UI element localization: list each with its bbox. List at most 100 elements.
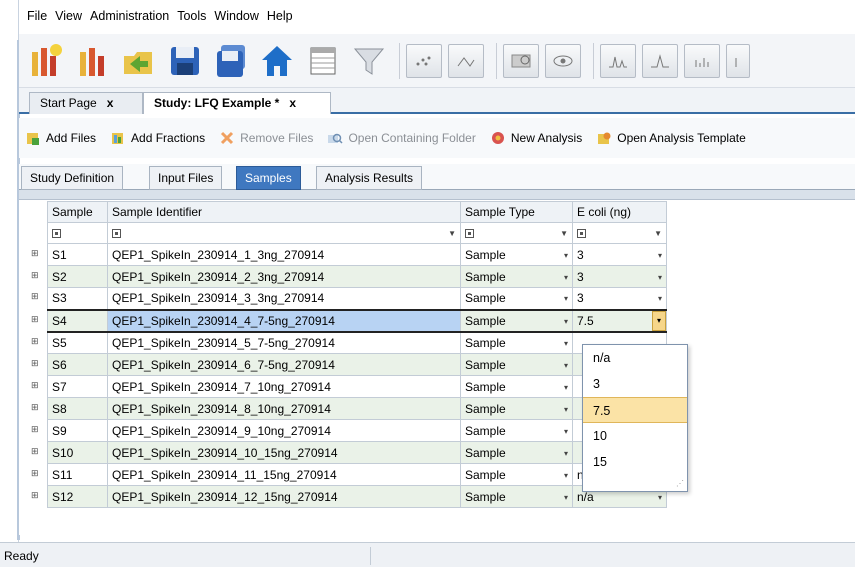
cell-sample[interactable]: ⊞ S2	[31, 265, 108, 288]
close-icon[interactable]: x	[289, 96, 296, 110]
cell-sample-type[interactable]: Sample ▾	[460, 287, 573, 310]
cell-sample-type[interactable]: Sample ▾	[460, 265, 573, 288]
expand-row-icon[interactable]: ⊞	[31, 291, 39, 302]
expand-row-icon[interactable]: ⊞	[31, 270, 39, 281]
chevron-down-icon[interactable]: ▾	[564, 361, 568, 370]
expand-row-icon[interactable]: ⊞	[31, 248, 39, 259]
open-folder-button[interactable]	[117, 41, 161, 81]
chevron-down-icon[interactable]: ▾	[564, 471, 568, 480]
table-row[interactable]: ⊞ S12 QEP1_SpikeIn_230914_12_15ng_270914 Sa…	[31, 485, 667, 508]
dropdown-option-selected[interactable]: 7.5	[583, 397, 687, 423]
chromatogram-button[interactable]	[600, 43, 636, 78]
chevron-down-icon[interactable]: ▼	[560, 229, 568, 238]
cell-sample-type[interactable]: Sample ▾	[460, 463, 573, 486]
filter-cell-identifier[interactable]: ▼	[107, 222, 461, 244]
dropdown-option[interactable]: 3	[583, 371, 687, 397]
chevron-down-icon[interactable]: ▾	[564, 383, 568, 392]
cell-sample-type[interactable]: Sample ▾	[460, 308, 573, 333]
new-study-button[interactable]	[25, 41, 69, 81]
remove-files-button[interactable]: Remove Files	[219, 130, 313, 146]
open-analysis-template-button[interactable]: Open Analysis Template	[596, 130, 746, 146]
cell-sample-type[interactable]: Sample ▾	[460, 375, 573, 398]
expand-row-icon[interactable]: ⊞	[31, 468, 39, 479]
cell-sample[interactable]: ⊞ S4	[31, 308, 108, 333]
chevron-down-icon[interactable]: ▾	[564, 405, 568, 414]
cell-identifier[interactable]: QEP1_SpikeIn_230914_6_7-5ng_270914	[107, 353, 461, 376]
table-row[interactable]: ⊞ S1 QEP1_SpikeIn_230914_1_3ng_270914 Sampl…	[31, 243, 667, 266]
table-row[interactable]: ⊞ S11 QEP1_SpikeIn_230914_11_15ng_270914 Sa…	[31, 463, 667, 486]
chevron-down-icon[interactable]: ▾	[564, 294, 568, 303]
dropdown-option[interactable]: 15	[583, 449, 687, 475]
dropdown-button[interactable]: ▾	[652, 310, 666, 331]
cell-identifier[interactable]: QEP1_SpikeIn_230914_5_7-5ng_270914	[107, 331, 461, 354]
cell-sample[interactable]: ⊞ S12	[31, 485, 108, 508]
cell-identifier[interactable]: QEP1_SpikeIn_230914_1_3ng_270914	[107, 243, 461, 266]
spectrum-button[interactable]	[684, 43, 720, 78]
close-icon[interactable]: x	[107, 96, 114, 110]
peak-button[interactable]	[642, 43, 678, 78]
menu-file[interactable]: File	[27, 9, 47, 23]
cell-sample[interactable]: ⊞ S10	[31, 441, 108, 464]
cell-sample[interactable]: ⊞ S7	[31, 375, 108, 398]
tab-analysis-results[interactable]: Analysis Results	[316, 166, 423, 190]
cell-identifier[interactable]: QEP1_SpikeIn_230914_11_15ng_270914	[107, 463, 461, 486]
expand-row-icon[interactable]: ⊞	[31, 314, 39, 325]
menu-administration[interactable]: Administration	[90, 9, 169, 23]
chevron-down-icon[interactable]: ▾	[564, 317, 568, 326]
cell-identifier[interactable]: QEP1_SpikeIn_230914_12_15ng_270914	[107, 485, 461, 508]
chevron-down-icon[interactable]: ▾	[658, 294, 662, 303]
table-row[interactable]: ⊞ S3 QEP1_SpikeIn_230914_3_3ng_270914 Sampl…	[31, 287, 667, 310]
menu-window[interactable]: Window	[214, 9, 258, 23]
cell-sample-type[interactable]: Sample ▾	[460, 441, 573, 464]
new-analysis-button[interactable]: New Analysis	[490, 130, 582, 146]
chevron-down-icon[interactable]: ▾	[658, 273, 662, 282]
table-row[interactable]: ⊞ S8 QEP1_SpikeIn_230914_8_10ng_270914 Samp…	[31, 397, 667, 420]
chevron-down-icon[interactable]: ▾	[564, 493, 568, 502]
save-all-button[interactable]	[209, 41, 253, 81]
column-header-sample-type[interactable]: Sample Type	[460, 201, 573, 223]
chevron-down-icon[interactable]: ▾	[564, 339, 568, 348]
grid-view-button[interactable]	[301, 41, 345, 81]
heatmap-view-button[interactable]	[503, 43, 539, 78]
filter-cell-sample[interactable]	[47, 222, 108, 244]
chevron-down-icon[interactable]: ▾	[658, 251, 662, 260]
filter-cell-ecoli[interactable]: ▼	[572, 222, 667, 244]
tab-samples[interactable]: Samples	[236, 166, 301, 190]
expand-row-icon[interactable]: ⊞	[31, 402, 39, 413]
filter-cell-sample-type[interactable]: ▼	[460, 222, 573, 244]
cell-sample[interactable]: ⊞ S9	[31, 419, 108, 442]
chevron-down-icon[interactable]: ▾	[564, 251, 568, 260]
structure-view-button[interactable]	[448, 43, 484, 78]
expand-row-icon[interactable]: ⊞	[31, 336, 39, 347]
dropdown-option[interactable]: 10	[583, 423, 687, 449]
resize-grip-icon[interactable]: ⋰	[676, 479, 684, 488]
cell-ecoli[interactable]: 3 ▾	[572, 243, 667, 266]
chevron-down-icon[interactable]: ▼	[448, 229, 456, 238]
filter-button[interactable]	[347, 41, 391, 81]
expand-row-icon[interactable]: ⊞	[31, 424, 39, 435]
open-containing-folder-button[interactable]: Open Containing Folder	[327, 130, 476, 146]
cell-sample-type[interactable]: Sample ▾	[460, 419, 573, 442]
tab-study-definition[interactable]: Study Definition	[21, 166, 124, 190]
chevron-down-icon[interactable]: ▾	[564, 449, 568, 458]
expand-row-icon[interactable]: ⊞	[31, 446, 39, 457]
cell-sample[interactable]: ⊞ S5	[31, 331, 108, 354]
table-row[interactable]: ⊞ S2 QEP1_SpikeIn_230914_2_3ng_270914 Sampl…	[31, 265, 667, 288]
add-files-button[interactable]: Add Files	[25, 130, 96, 146]
cell-identifier[interactable]: QEP1_SpikeIn_230914_3_3ng_270914	[107, 287, 461, 310]
tab-study[interactable]: Study: LFQ Example * x	[143, 92, 331, 114]
open-study-button[interactable]	[71, 41, 115, 81]
add-fractions-button[interactable]: Add Fractions	[110, 130, 205, 146]
chevron-down-icon[interactable]: ▾	[564, 427, 568, 436]
chevron-down-icon[interactable]: ▼	[654, 229, 662, 238]
image-view-button[interactable]	[545, 43, 581, 78]
cell-sample[interactable]: ⊞ S6	[31, 353, 108, 376]
cell-sample-type[interactable]: Sample ▾	[460, 331, 573, 354]
scatter-view-button[interactable]	[406, 43, 442, 78]
tab-input-files[interactable]: Input Files	[149, 166, 223, 190]
cell-sample-type[interactable]: Sample ▾	[460, 243, 573, 266]
menu-tools[interactable]: Tools	[177, 9, 206, 23]
expand-row-icon[interactable]: ⊞	[31, 380, 39, 391]
table-row[interactable]: ⊞ S6 QEP1_SpikeIn_230914_6_7-5ng_270914 Sam…	[31, 353, 667, 376]
spectrum2-button[interactable]	[726, 43, 750, 78]
